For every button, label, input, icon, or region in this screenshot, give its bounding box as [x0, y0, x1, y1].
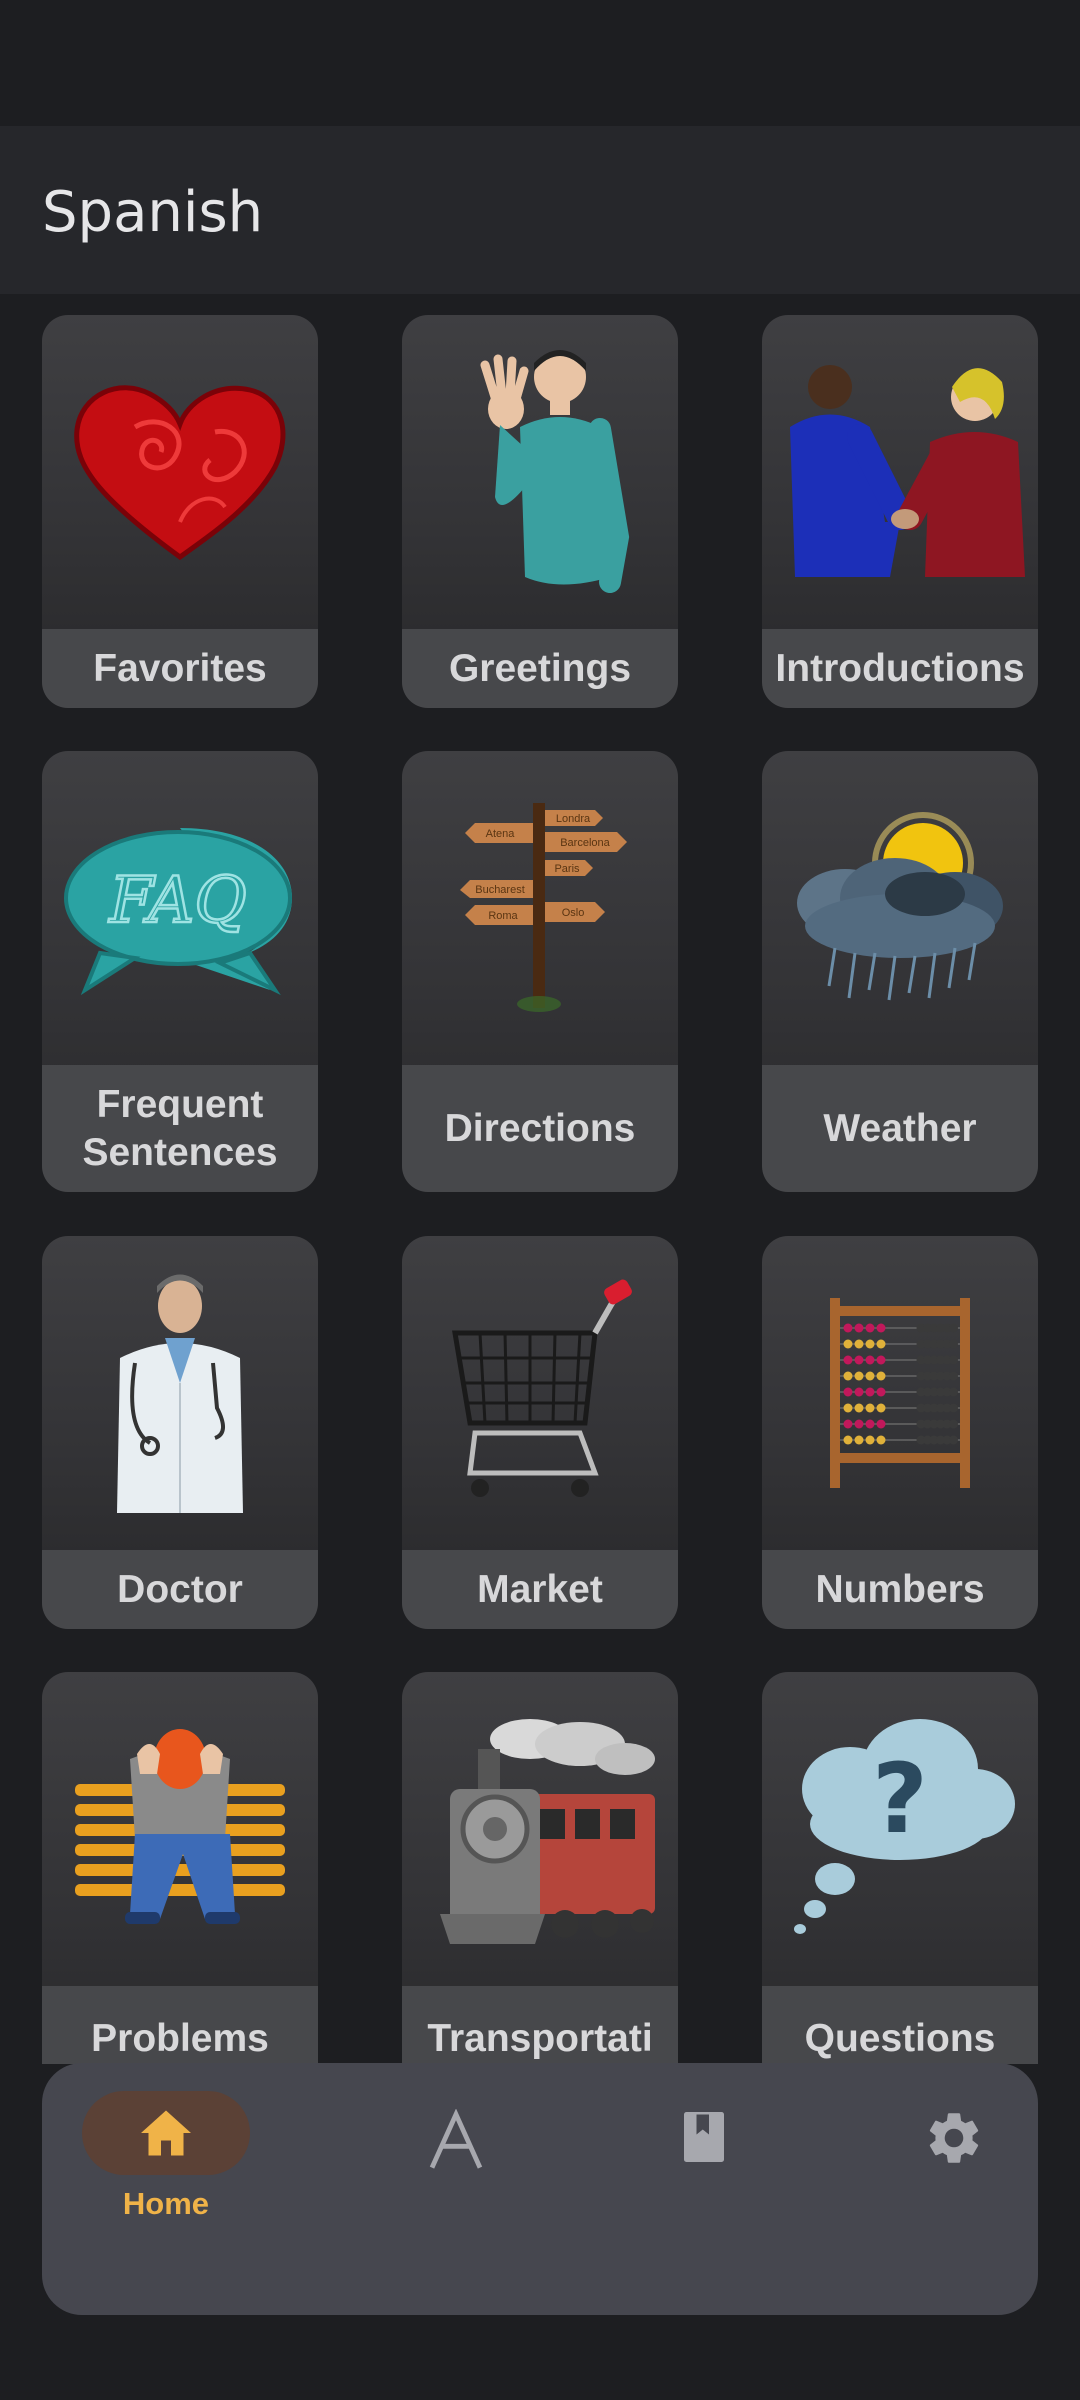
category-label: Problems — [42, 1986, 318, 2064]
app-bar: Spanish — [0, 126, 1080, 294]
category-tile-weather[interactable]: Weather — [762, 751, 1038, 1192]
svg-text:Londra: Londra — [556, 813, 591, 825]
faq-text: FAQ — [108, 864, 247, 938]
heart-icon — [42, 315, 318, 629]
bottom-navigation: Home — [42, 2063, 1038, 2315]
nav-book[interactable] — [620, 2063, 788, 2315]
alphabet-icon — [429, 2109, 483, 2169]
doctor-icon — [42, 1236, 318, 1550]
category-label: Directions — [402, 1065, 678, 1192]
category-tile-problems[interactable]: Problems — [42, 1672, 318, 2064]
app-screen: Spanish Favorites Greetings Introduction… — [0, 0, 1080, 2400]
svg-text:Bucharest: Bucharest — [475, 884, 525, 896]
category-label: Introductions — [762, 629, 1038, 708]
svg-text:Oslo: Oslo — [562, 907, 585, 919]
waving-man-icon — [402, 315, 678, 629]
nav-settings[interactable] — [870, 2063, 1038, 2315]
category-label: Greetings — [402, 629, 678, 708]
category-tile-favorites[interactable]: Favorites — [42, 315, 318, 708]
category-tile-market[interactable]: Market — [402, 1236, 678, 1629]
home-icon — [141, 2110, 191, 2156]
svg-text:Atena: Atena — [486, 828, 516, 840]
book-icon — [684, 2112, 724, 2162]
category-tile-frequent-sentences[interactable]: FAQ Frequent Sentences — [42, 751, 318, 1192]
nav-home-label: Home — [122, 2186, 210, 2221]
page-title: Spanish — [42, 180, 264, 245]
category-label: Transportati — [402, 1986, 678, 2064]
category-tile-questions[interactable]: ? Questions — [762, 1672, 1038, 2064]
settings-icon — [929, 2113, 979, 2163]
category-tile-introductions[interactable]: Introductions — [762, 315, 1038, 708]
category-label: Numbers — [762, 1550, 1038, 1629]
signpost-icon: Atena Londra Barcelona Paris Bucharest R… — [402, 751, 678, 1065]
svg-text:Barcelona: Barcelona — [560, 837, 610, 849]
abacus-icon — [762, 1236, 1038, 1550]
storm-cloud-icon — [762, 751, 1038, 1065]
status-bar — [0, 0, 1080, 126]
category-tile-directions[interactable]: Atena Londra Barcelona Paris Bucharest R… — [402, 751, 678, 1192]
faq-bubble-icon: FAQ — [42, 751, 318, 1065]
question-mark: ? — [872, 1743, 928, 1855]
category-label: Market — [402, 1550, 678, 1629]
shopping-cart-icon — [402, 1236, 678, 1550]
category-label: Frequent Sentences — [42, 1065, 318, 1192]
nav-home[interactable]: Home — [82, 2063, 250, 2315]
category-label: Favorites — [42, 629, 318, 708]
nav-alphabet[interactable] — [372, 2063, 540, 2315]
handshake-icon — [762, 315, 1038, 629]
category-label: Weather — [762, 1065, 1038, 1192]
svg-text:Paris: Paris — [554, 863, 580, 875]
svg-text:Roma: Roma — [488, 910, 518, 922]
category-tile-greetings[interactable]: Greetings — [402, 315, 678, 708]
train-icon — [402, 1672, 678, 1986]
troubled-man-icon — [42, 1672, 318, 1986]
category-tile-transportation[interactable]: Transportati — [402, 1672, 678, 2064]
category-label: Doctor — [42, 1550, 318, 1629]
category-label: Questions — [762, 1986, 1038, 2064]
category-tile-doctor[interactable]: Doctor — [42, 1236, 318, 1629]
question-bubble-icon: ? — [762, 1672, 1038, 1986]
category-grid: Favorites Greetings Introductions FAQ Fr… — [0, 294, 1080, 2064]
category-tile-numbers[interactable]: Numbers — [762, 1236, 1038, 1629]
